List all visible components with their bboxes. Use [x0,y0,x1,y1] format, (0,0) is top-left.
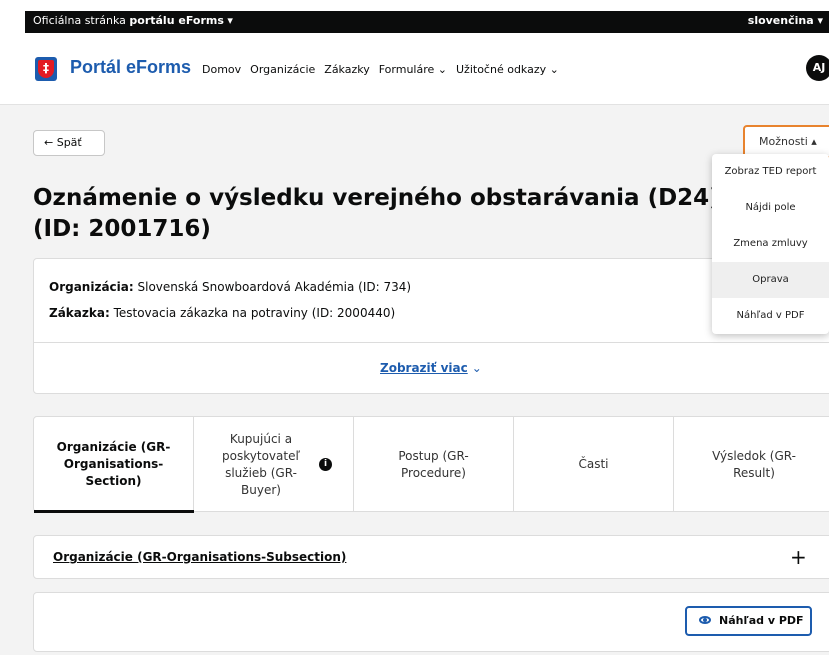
tab-result[interactable]: Výsledok (GR-Result) [674,417,829,512]
info-icon[interactable]: i [319,458,332,471]
tab-label: Postup (GR-Procedure) [398,448,469,480]
avatar[interactable]: AJ [806,55,829,81]
show-more-link[interactable]: Zobraziť viac ⌄ [380,361,482,375]
main-nav: Domov Organizácie Zákazky Formuláre ⌄ Už… [202,63,568,76]
tab-organizations[interactable]: Organizácie (GR-Organisations-Section) [34,417,194,513]
organizations-subsection-accordion[interactable]: Organizácie (GR-Organisations-Subsection… [33,535,829,579]
menu-item-contract-change[interactable]: Zmena zmluvy [712,226,829,262]
organization-label: Organizácia: [49,280,134,294]
menu-item-correction[interactable]: Oprava [712,262,829,298]
nav-item-home[interactable]: Domov [202,63,241,76]
logo-shield-icon[interactable]: ‡ [35,57,57,81]
eye-icon [699,616,711,624]
gov-bar: Oficiálna stránka portálu eForms ▾ slove… [0,0,829,33]
official-site-prefix: Oficiálna stránka [33,14,130,27]
tab-label: Časti [578,457,609,471]
options-dropdown: Zobraz TED report Nájdi pole Zmena zmluv… [712,154,829,334]
plus-icon[interactable]: + [790,545,807,569]
contract-value: Testovacia zákazka na potraviny (ID: 200… [109,306,396,320]
tab-label: Kupujúci a poskytovateľ služieb (GR-Buye… [222,431,300,497]
nav-item-forms[interactable]: Formuláre ⌄ [379,63,447,76]
pdf-preview-button[interactable]: Náhľad v PDF [685,606,812,636]
show-more-label: Zobraziť viac [380,361,468,375]
tab-lots[interactable]: Časti [514,417,674,512]
chevron-down-icon: ▾ [223,14,233,27]
official-site-bold: portálu eForms [129,14,224,27]
logo-cross-icon: ‡ [38,60,54,78]
brand-link[interactable]: Portál eForms [70,57,191,78]
site-header: ‡ Portál eForms Domov Organizácie Zákazk… [0,33,829,105]
subsection-title[interactable]: Organizácie (GR-Organisations-Subsection… [53,550,346,564]
tab-label: Organizácie (GR-Organisations-Section) [56,440,171,488]
language-select[interactable]: slovenčina ▾ [748,14,823,27]
nav-item-useful-links[interactable]: Užitočné odkazy ⌄ [456,63,559,76]
tab-buyer[interactable]: Kupujúci a poskytovateľ služieb (GR-Buye… [194,417,354,512]
menu-item-ted-report[interactable]: Zobraz TED report [712,154,829,190]
pdf-preview-label: Náhľad v PDF [719,614,804,627]
section-tabs: Organizácie (GR-Organisations-Section) K… [33,416,829,513]
contract-label: Zákazka: [49,306,110,320]
tab-label: Výsledok (GR-Result) [712,448,796,480]
menu-item-pdf-preview[interactable]: Náhľad v PDF [712,298,829,334]
organization-value: Slovenská Snowboardová Akadémia (ID: 734… [133,280,412,294]
chevron-down-icon: ⌄ [471,361,482,375]
menu-item-find-field[interactable]: Nájdi pole [712,190,829,226]
back-button[interactable]: ← Späť [33,130,105,156]
tab-procedure[interactable]: Postup (GR-Procedure) [354,417,514,512]
bottom-actions-card: Náhľad v PDF [33,592,829,652]
official-site-toggle[interactable]: Oficiálna stránka portálu eForms ▾ [33,14,233,27]
organization-line: Organizácia: Slovenská Snowboardová Akad… [49,280,411,294]
nav-item-organizations[interactable]: Organizácie [250,63,315,76]
divider [34,342,829,343]
info-card: Organizácia: Slovenská Snowboardová Akad… [33,258,829,394]
contract-line: Zákazka: Testovacia zákazka na potraviny… [49,306,395,320]
page-title: Oznámenie o výsledku verejného obstaráva… [33,185,720,242]
gov-bar-inner: Oficiálna stránka portálu eForms ▾ slove… [25,11,829,33]
nav-item-contracts[interactable]: Zákazky [324,63,369,76]
